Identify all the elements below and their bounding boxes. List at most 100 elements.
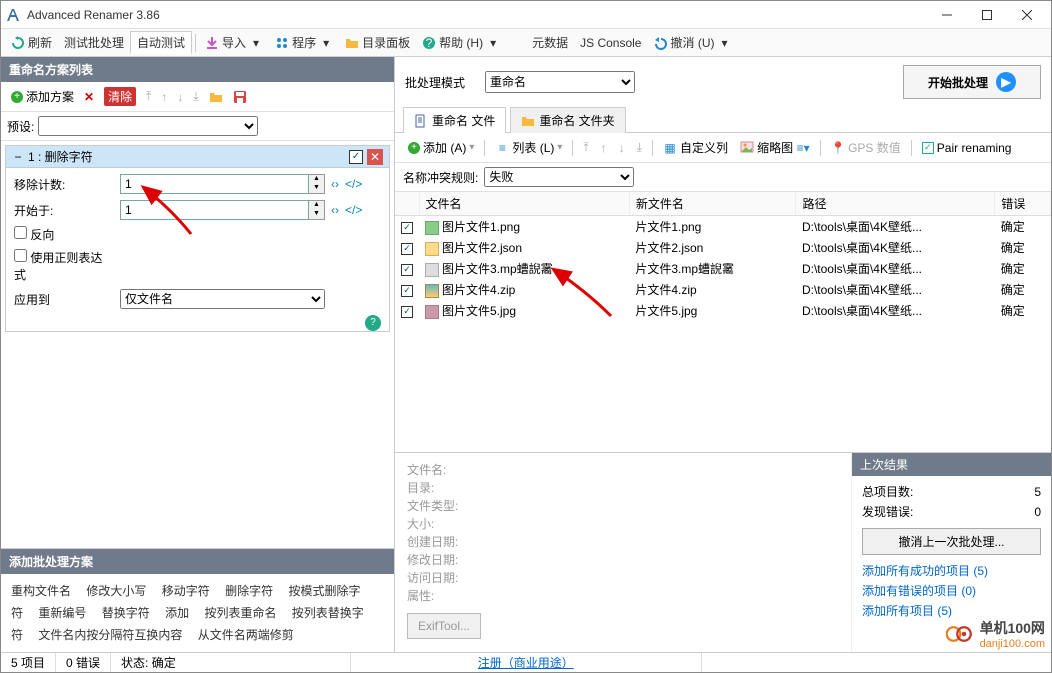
move-down-button[interactable]: ↓ (173, 88, 187, 106)
move-down-button[interactable]: ↓ (614, 139, 630, 157)
remove-count-input[interactable] (120, 174, 309, 194)
move-up-button[interactable]: ↑ (157, 88, 171, 106)
add-file-button[interactable]: +添加 (A)▾ (403, 137, 479, 158)
apply-to-select[interactable]: 仅文件名 (120, 289, 325, 309)
col-path[interactable]: 路径 (796, 192, 995, 216)
file-type-icon (425, 305, 439, 319)
method-close-button[interactable]: ✕ (367, 149, 383, 165)
row-checkbox[interactable]: ✓ (401, 285, 413, 297)
tab-files[interactable]: 重命名 文件 (403, 107, 506, 133)
autotest-button[interactable]: 自动测试 (130, 31, 192, 54)
row-checkbox[interactable]: ✓ (401, 222, 413, 234)
status-items: 5 项目 (1, 653, 56, 672)
import-button[interactable]: 导入▾ (199, 32, 269, 53)
folder-icon (521, 114, 535, 128)
start-batch-button[interactable]: 开始批处理▶ (903, 65, 1041, 99)
spin-up-button[interactable]: ▲ (309, 201, 324, 210)
table-row[interactable]: ✓ 图片文件5.jpg 片文件5.jpgD:\tools\桌面\4K壁纸...确… (395, 300, 1051, 321)
metadata-button[interactable]: 元数据 (526, 32, 574, 53)
backward-checkbox[interactable] (14, 226, 27, 239)
plus-icon: + (11, 91, 23, 103)
catalog-button[interactable]: 目录面板 (339, 32, 416, 53)
move-bottom-button[interactable]: ⤓ (189, 87, 202, 106)
total-value: 5 (1034, 482, 1041, 502)
add-plan-button[interactable]: +添加方案 (7, 86, 78, 107)
add-error-link[interactable]: 添加有错误的项目 (0) (862, 581, 1041, 601)
method-enable-checkbox[interactable]: ✓ (349, 150, 363, 164)
program-icon (275, 36, 289, 50)
list-button[interactable]: ≡列表 (L)▾ (490, 137, 567, 158)
regex-checkbox[interactable] (14, 249, 27, 262)
info-accessed-label: 访问日期: (407, 569, 839, 587)
thumbnail-button[interactable]: 缩略图≡▾ (735, 137, 815, 158)
program-button[interactable]: 程序▾ (269, 32, 339, 53)
table-row[interactable]: ✓ 图片文件2.json 片文件2.jsonD:\tools\桌面\4K壁纸..… (395, 237, 1051, 258)
add-method-link[interactable]: 重新编号 (38, 606, 86, 620)
col-error[interactable]: 错误 (995, 192, 1051, 216)
add-method-link[interactable]: 添加 (165, 606, 189, 620)
start-at-input[interactable] (120, 200, 309, 220)
delete-plan-button[interactable]: ✕ (80, 88, 98, 106)
row-checkbox[interactable]: ✓ (401, 264, 413, 276)
pair-renaming-checkbox[interactable]: ✓ Pair renaming (917, 139, 1017, 157)
custom-columns-button[interactable]: ▦自定义列 (658, 137, 733, 158)
table-row[interactable]: ✓ 图片文件4.zip 片文件4.zipD:\tools\桌面\4K壁纸...确… (395, 279, 1051, 300)
move-bottom-button[interactable]: ⤓ (632, 138, 647, 157)
play-icon: ▶ (996, 72, 1016, 92)
jsconsole-button[interactable]: JS Console (574, 34, 647, 52)
table-row[interactable]: ✓ 图片文件3.mp螬誽霱 片文件3.mp螬誽霱D:\tools\桌面\4K壁纸… (395, 258, 1051, 279)
move-top-button[interactable]: ⤒ (142, 87, 155, 106)
remove-count-label: 移除计数: (14, 176, 114, 193)
col-filename[interactable]: 文件名 (419, 192, 629, 216)
row-checkbox[interactable]: ✓ (401, 243, 413, 255)
errors-label: 发现错误: (862, 502, 913, 522)
preset-select[interactable] (38, 116, 258, 136)
spin-up-button[interactable]: ▲ (309, 175, 324, 184)
add-method-link[interactable]: 替换字符 (102, 606, 150, 620)
test-batch-button[interactable]: 测试批处理 (58, 32, 130, 53)
move-top-button[interactable]: ⤒ (578, 138, 593, 157)
add-method-link[interactable]: 修改大小写 (86, 584, 146, 598)
exiftool-button[interactable]: ExifTool... (407, 613, 481, 639)
mode-select[interactable]: 重命名 (485, 71, 635, 93)
add-method-link[interactable]: 从文件名两端修剪 (198, 628, 294, 642)
add-method-link[interactable]: 删除字符 (225, 584, 273, 598)
add-method-link[interactable]: 移动字符 (162, 584, 210, 598)
thumbnail-icon (740, 141, 754, 155)
variable-icon[interactable]: ‹› (331, 177, 339, 191)
row-checkbox[interactable]: ✓ (401, 306, 413, 318)
maximize-button[interactable] (967, 1, 1007, 29)
code-icon[interactable]: </> (345, 203, 362, 217)
move-up-button[interactable]: ↑ (596, 139, 612, 157)
collapse-method-button[interactable]: − (12, 150, 24, 164)
method-help-icon[interactable]: ? (365, 315, 381, 331)
add-success-link[interactable]: 添加所有成功的项目 (5) (862, 561, 1041, 581)
save-button[interactable] (229, 88, 251, 106)
spin-down-button[interactable]: ▼ (309, 210, 324, 219)
conflict-select[interactable]: 失败 (484, 167, 634, 187)
code-icon[interactable]: </> (345, 177, 362, 191)
add-method-link[interactable]: 重构文件名 (11, 584, 71, 598)
open-folder-button[interactable] (205, 88, 227, 106)
help-button[interactable]: ?帮助 (H)▾ (416, 32, 506, 53)
add-method-link[interactable]: 按列表重命名 (204, 606, 276, 620)
undo-icon (653, 36, 667, 50)
tab-folders[interactable]: 重命名 文件夹 (510, 107, 625, 133)
spin-down-button[interactable]: ▼ (309, 184, 324, 193)
undo-button[interactable]: 撤消 (U)▾ (647, 32, 737, 53)
start-at-label: 开始于: (14, 202, 114, 219)
gps-button[interactable]: 📍GPS 数值 (826, 137, 906, 158)
table-row[interactable]: ✓ 图片文件1.png 片文件1.pngD:\tools\桌面\4K壁纸...确… (395, 216, 1051, 238)
close-button[interactable] (1007, 1, 1047, 29)
undo-last-button[interactable]: 撤消上一次批处理... (862, 528, 1041, 555)
file-type-icon (425, 263, 439, 277)
variable-icon[interactable]: ‹› (331, 203, 339, 217)
clear-button[interactable]: 清除 (100, 85, 140, 108)
register-link[interactable]: 注册（商业用途） (478, 654, 574, 671)
minimize-button[interactable] (927, 1, 967, 29)
apply-to-label: 应用到 (14, 291, 114, 308)
results-header: 上次结果 (852, 453, 1051, 476)
add-method-link[interactable]: 文件名内按分隔符互换内容 (38, 628, 182, 642)
col-newname[interactable]: 新文件名 (629, 192, 796, 216)
refresh-button[interactable]: 刷新 (5, 32, 58, 53)
